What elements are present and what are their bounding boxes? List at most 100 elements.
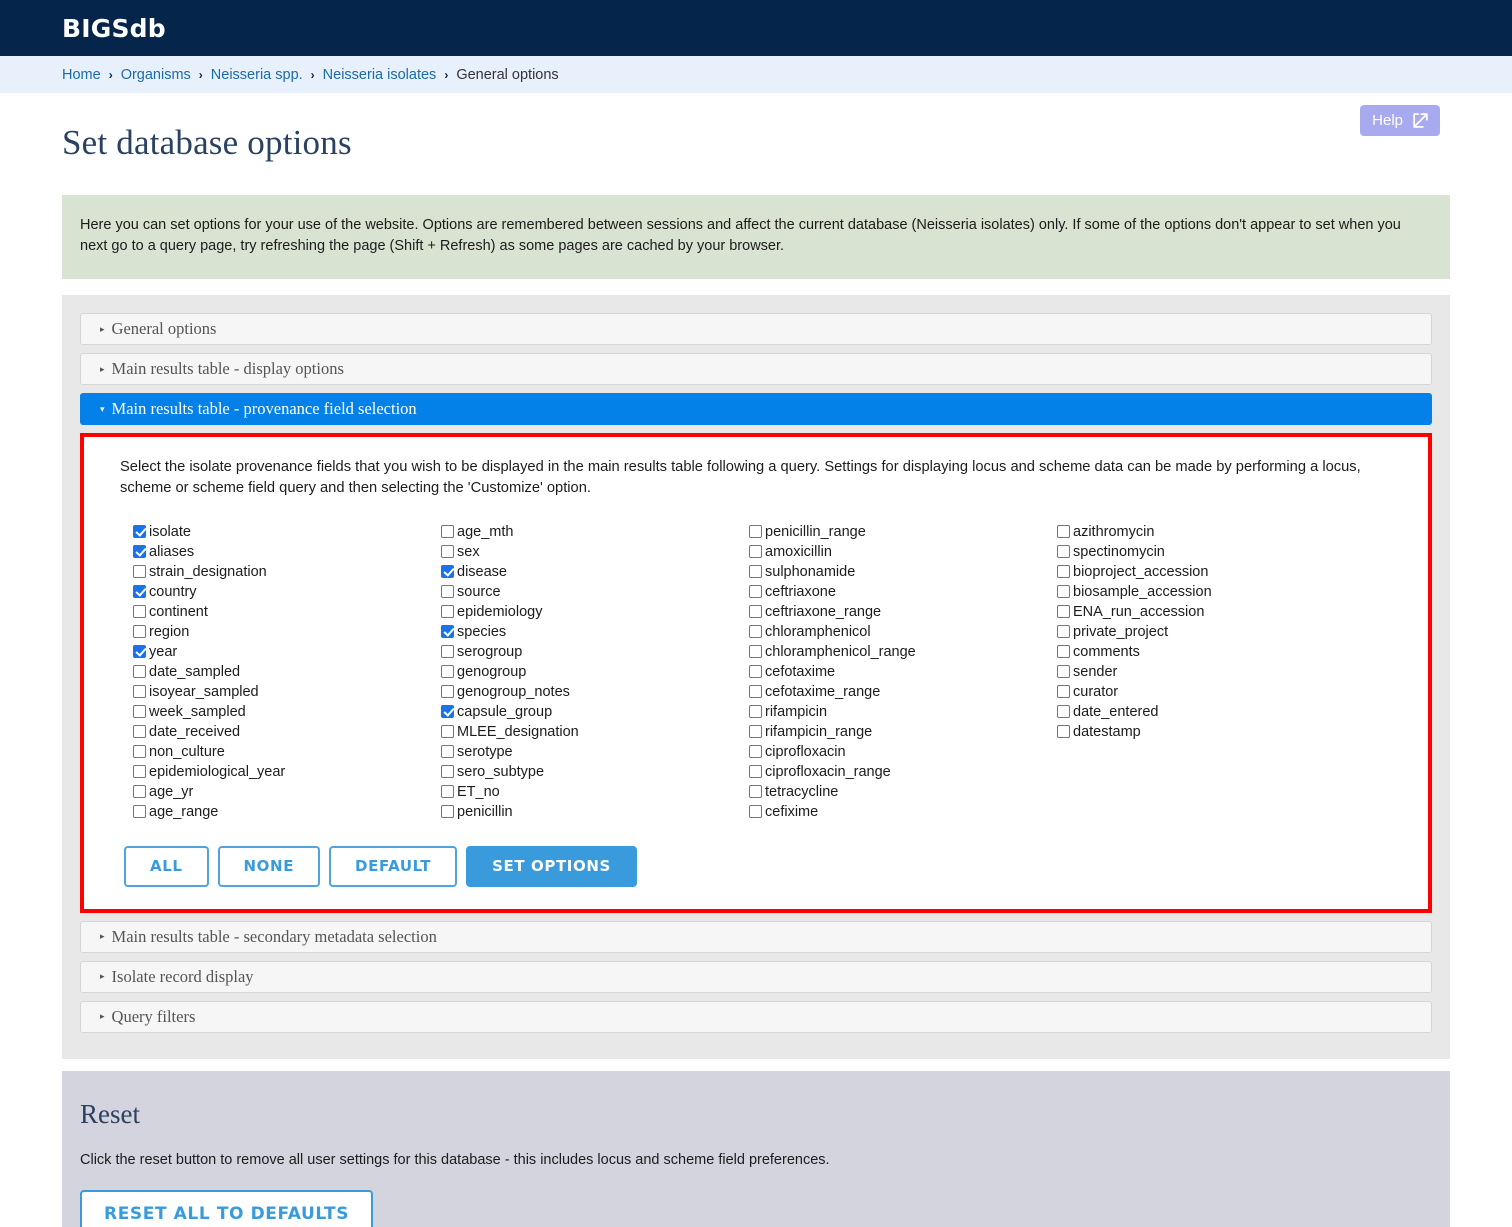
provenance-field-sulphonamide[interactable]: sulphonamide	[749, 562, 1057, 582]
provenance-field-ceftriaxone[interactable]: ceftriaxone	[749, 582, 1057, 602]
checkbox-checked-icon[interactable]	[441, 625, 454, 639]
checkbox-unchecked-icon[interactable]	[133, 805, 146, 819]
provenance-field-country[interactable]: country	[133, 582, 441, 602]
provenance-field-chloramphenicol_range[interactable]: chloramphenicol_range	[749, 642, 1057, 662]
checkbox-unchecked-icon[interactable]	[1057, 665, 1070, 679]
checkbox-unchecked-icon[interactable]	[749, 705, 762, 719]
checkbox-unchecked-icon[interactable]	[749, 585, 762, 599]
checkbox-unchecked-icon[interactable]	[133, 665, 146, 679]
provenance-field-cefotaxime[interactable]: cefotaxime	[749, 662, 1057, 682]
provenance-field-genogroup_notes[interactable]: genogroup_notes	[441, 682, 749, 702]
checkbox-checked-icon[interactable]	[133, 585, 146, 599]
checkbox-checked-icon[interactable]	[441, 705, 454, 719]
provenance-field-serotype[interactable]: serotype	[441, 742, 749, 762]
provenance-field-capsule_group[interactable]: capsule_group	[441, 702, 749, 722]
checkbox-unchecked-icon[interactable]	[749, 765, 762, 779]
checkbox-unchecked-icon[interactable]	[441, 545, 454, 559]
checkbox-unchecked-icon[interactable]	[749, 525, 762, 539]
provenance-field-ciprofloxacin_range[interactable]: ciprofloxacin_range	[749, 762, 1057, 782]
checkbox-unchecked-icon[interactable]	[441, 585, 454, 599]
checkbox-unchecked-icon[interactable]	[1057, 625, 1070, 639]
checkbox-unchecked-icon[interactable]	[1057, 525, 1070, 539]
provenance-field-isolate[interactable]: isolate	[133, 522, 441, 542]
checkbox-checked-icon[interactable]	[133, 525, 146, 539]
breadcrumb-item[interactable]: Neisseria isolates	[323, 67, 437, 83]
checkbox-unchecked-icon[interactable]	[133, 625, 146, 639]
provenance-field-rifampicin[interactable]: rifampicin	[749, 702, 1057, 722]
checkbox-unchecked-icon[interactable]	[1057, 605, 1070, 619]
provenance-field-strain_designation[interactable]: strain_designation	[133, 562, 441, 582]
provenance-field-penicillin_range[interactable]: penicillin_range	[749, 522, 1057, 542]
provenance-field-sender[interactable]: sender	[1057, 662, 1365, 682]
provenance-field-sex[interactable]: sex	[441, 542, 749, 562]
provenance-field-year[interactable]: year	[133, 642, 441, 662]
checkbox-unchecked-icon[interactable]	[1057, 545, 1070, 559]
checkbox-unchecked-icon[interactable]	[133, 605, 146, 619]
provenance-field-age_range[interactable]: age_range	[133, 802, 441, 822]
checkbox-unchecked-icon[interactable]	[133, 685, 146, 699]
provenance-field-cefixime[interactable]: cefixime	[749, 802, 1057, 822]
provenance-field-bioproject_accession[interactable]: bioproject_accession	[1057, 562, 1365, 582]
checkbox-checked-icon[interactable]	[441, 565, 454, 579]
provenance-field-rifampicin_range[interactable]: rifampicin_range	[749, 722, 1057, 742]
provenance-field-curator[interactable]: curator	[1057, 682, 1365, 702]
checkbox-unchecked-icon[interactable]	[1057, 645, 1070, 659]
accordion-header[interactable]: ▸ Main results table - secondary metadata…	[80, 920, 1432, 953]
provenance-field-isoyear_sampled[interactable]: isoyear_sampled	[133, 682, 441, 702]
accordion-header[interactable]: ▾ Main results table - provenance field s…	[80, 393, 1432, 425]
provenance-field-epidemiology[interactable]: epidemiology	[441, 602, 749, 622]
checkbox-unchecked-icon[interactable]	[749, 565, 762, 579]
checkbox-unchecked-icon[interactable]	[441, 685, 454, 699]
provenance-field-amoxicillin[interactable]: amoxicillin	[749, 542, 1057, 562]
provenance-field-non_culture[interactable]: non_culture	[133, 742, 441, 762]
provenance-field-date_entered[interactable]: date_entered	[1057, 702, 1365, 722]
checkbox-unchecked-icon[interactable]	[133, 785, 146, 799]
checkbox-unchecked-icon[interactable]	[441, 765, 454, 779]
default-button[interactable]: DEFAULT	[329, 845, 458, 887]
provenance-field-continent[interactable]: continent	[133, 602, 441, 622]
provenance-field-epidemiological_year[interactable]: epidemiological_year	[133, 762, 441, 782]
checkbox-unchecked-icon[interactable]	[749, 805, 762, 819]
checkbox-unchecked-icon[interactable]	[441, 785, 454, 799]
set-options-button[interactable]: SET OPTIONS	[466, 845, 637, 887]
checkbox-unchecked-icon[interactable]	[441, 525, 454, 539]
provenance-field-sero_subtype[interactable]: sero_subtype	[441, 762, 749, 782]
checkbox-unchecked-icon[interactable]	[441, 645, 454, 659]
accordion-header[interactable]: ▸ Isolate record display	[80, 960, 1432, 993]
checkbox-unchecked-icon[interactable]	[749, 785, 762, 799]
provenance-field-cefotaxime_range[interactable]: cefotaxime_range	[749, 682, 1057, 702]
provenance-field-azithromycin[interactable]: azithromycin	[1057, 522, 1365, 542]
checkbox-unchecked-icon[interactable]	[441, 725, 454, 739]
checkbox-unchecked-icon[interactable]	[1057, 565, 1070, 579]
checkbox-unchecked-icon[interactable]	[441, 745, 454, 759]
provenance-field-serogroup[interactable]: serogroup	[441, 642, 749, 662]
provenance-field-ciprofloxacin[interactable]: ciprofloxacin	[749, 742, 1057, 762]
checkbox-unchecked-icon[interactable]	[133, 725, 146, 739]
provenance-field-disease[interactable]: disease	[441, 562, 749, 582]
accordion-header[interactable]: ▸ General options	[80, 313, 1432, 345]
provenance-field-penicillin[interactable]: penicillin	[441, 802, 749, 822]
provenance-field-spectinomycin[interactable]: spectinomycin	[1057, 542, 1365, 562]
provenance-field-chloramphenicol[interactable]: chloramphenicol	[749, 622, 1057, 642]
checkbox-unchecked-icon[interactable]	[749, 645, 762, 659]
provenance-field-genogroup[interactable]: genogroup	[441, 662, 749, 682]
all-button[interactable]: ALL	[124, 845, 209, 887]
provenance-field-week_sampled[interactable]: week_sampled	[133, 702, 441, 722]
provenance-field-ET_no[interactable]: ET_no	[441, 782, 749, 802]
checkbox-unchecked-icon[interactable]	[749, 665, 762, 679]
checkbox-unchecked-icon[interactable]	[1057, 685, 1070, 699]
checkbox-unchecked-icon[interactable]	[749, 725, 762, 739]
provenance-field-ENA_run_accession[interactable]: ENA_run_accession	[1057, 602, 1365, 622]
checkbox-unchecked-icon[interactable]	[749, 685, 762, 699]
checkbox-unchecked-icon[interactable]	[749, 605, 762, 619]
breadcrumb-item[interactable]: Neisseria spp.	[211, 67, 303, 83]
provenance-field-MLEE_designation[interactable]: MLEE_designation	[441, 722, 749, 742]
provenance-field-date_sampled[interactable]: date_sampled	[133, 662, 441, 682]
checkbox-unchecked-icon[interactable]	[749, 745, 762, 759]
checkbox-unchecked-icon[interactable]	[749, 625, 762, 639]
provenance-field-tetracycline[interactable]: tetracycline	[749, 782, 1057, 802]
provenance-field-private_project[interactable]: private_project	[1057, 622, 1365, 642]
none-button[interactable]: NONE	[217, 845, 321, 887]
provenance-field-ceftriaxone_range[interactable]: ceftriaxone_range	[749, 602, 1057, 622]
checkbox-checked-icon[interactable]	[133, 645, 146, 659]
